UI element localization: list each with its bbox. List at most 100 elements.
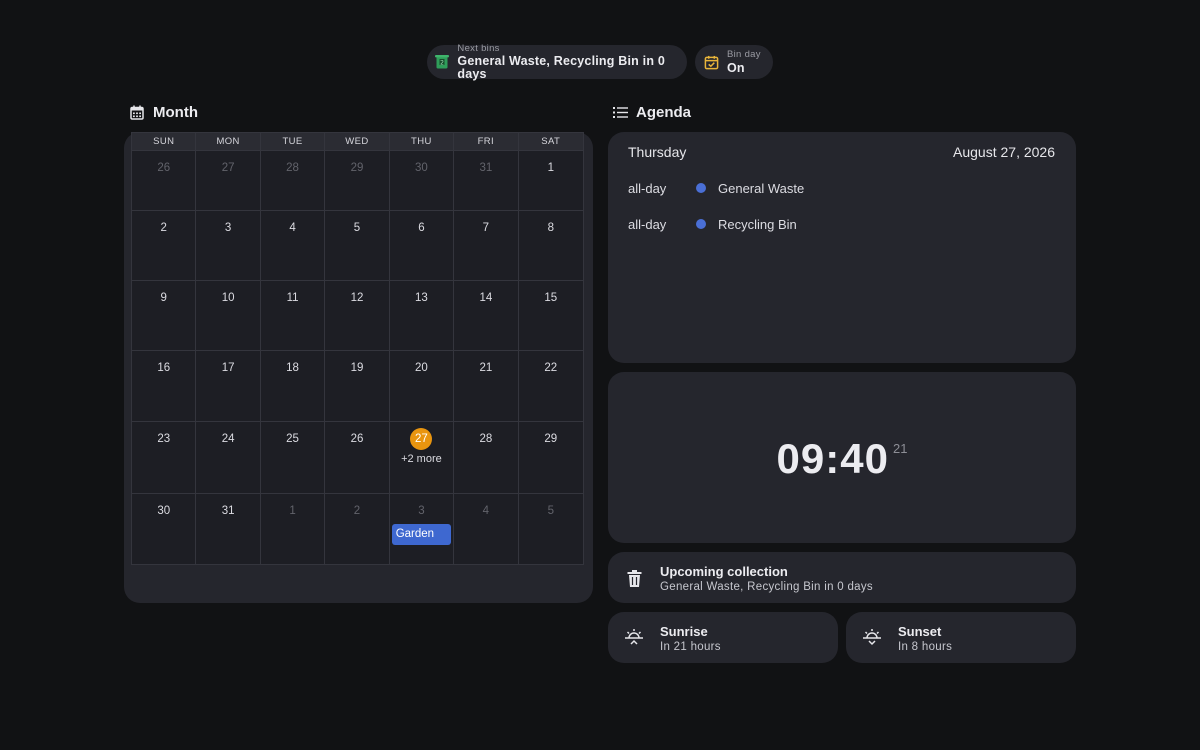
calendar-day[interactable]: 3 (196, 211, 261, 281)
agenda-item-time: all-day (628, 180, 667, 196)
calendar-day[interactable]: 13 (389, 281, 455, 351)
clock-time: 09:40 (776, 435, 889, 482)
calendar-day[interactable]: 2 (132, 211, 197, 281)
day-number: 5 (353, 222, 361, 234)
day-number: 28 (479, 433, 493, 445)
calendar-day[interactable]: 9 (132, 281, 197, 351)
calendar-day[interactable]: 2 (325, 494, 390, 565)
agenda-heading: Agenda (612, 104, 691, 121)
next-bins-chip[interactable]: 2 Next bins General Waste, Recycling Bin… (427, 42, 687, 80)
sunrise-tile[interactable]: Sunrise In 21 hours (608, 612, 838, 663)
calendar-day[interactable]: 27 +2 more (389, 422, 455, 494)
agenda-item[interactable]: all-day General Waste (628, 179, 804, 197)
day-number: 22 (544, 362, 558, 374)
calendar-day[interactable]: 31 (196, 494, 261, 565)
calendar-day[interactable]: 27 (196, 151, 261, 211)
calendar-day[interactable]: 5 (519, 494, 583, 565)
more-events-link[interactable]: +2 more (390, 453, 453, 465)
sunrise-icon (624, 627, 644, 647)
day-number: 26 (157, 162, 171, 174)
calendar-day[interactable]: 15 (518, 281, 583, 351)
calendar-day[interactable]: 6 (389, 211, 455, 281)
calendar-day[interactable]: 18 (260, 351, 326, 422)
agenda-title: Agenda (636, 104, 692, 121)
calendar-day[interactable]: 10 (196, 281, 261, 351)
day-number: 21 (479, 362, 493, 374)
calendar-day[interactable]: 8 (518, 211, 583, 281)
calendar-check-icon (702, 53, 720, 71)
day-number: 8 (547, 222, 554, 234)
calendar-day[interactable]: 28 (454, 422, 519, 494)
calendar-day[interactable]: 1 (518, 151, 583, 211)
day-number: 24 (221, 433, 235, 445)
bin-day-chip[interactable]: Bin day On (695, 45, 773, 79)
calendar-day[interactable]: 30 (389, 151, 455, 211)
calendar-day[interactable]: 25 (260, 422, 326, 494)
agenda-item-time: all-day (628, 216, 667, 232)
calendar-day[interactable]: 1 (261, 494, 326, 565)
calendar-day[interactable]: 24 (196, 422, 261, 494)
calendar-day[interactable]: 26 (132, 151, 197, 211)
calendar-day[interactable]: 7 (454, 211, 519, 281)
calendar-day[interactable]: 17 (196, 351, 261, 422)
calendar-day[interactable]: 4 (454, 494, 519, 565)
day-number: 27 (221, 162, 235, 174)
calendar-day[interactable]: 3 Garden (390, 494, 455, 565)
day-number: 11 (286, 292, 299, 304)
day-number: 5 (547, 505, 554, 517)
day-number: 15 (544, 292, 558, 304)
calendar-grid: 26 27 28 29 30 31 1 2 3 4 5 6 7 8 9 10 11 12 13 14 15 16 17 18 1… (132, 151, 583, 565)
sunset-subtitle: In 8 hours (898, 641, 953, 653)
day-number: 26 (350, 433, 364, 445)
calendar-day[interactable]: 4 (260, 211, 326, 281)
next-bins-label: Next bins (457, 42, 500, 54)
upcoming-collection-tile[interactable]: Upcoming collection General Waste, Recyc… (608, 552, 1076, 603)
day-number: 14 (479, 292, 493, 304)
upcoming-subtitle: General Waste, Recycling Bin in 0 days (660, 581, 873, 593)
calendar-day[interactable]: 23 (132, 422, 197, 494)
day-number: 12 (350, 292, 364, 304)
calendar-day[interactable]: 5 (325, 211, 390, 281)
weekday-label: SUN (132, 133, 197, 151)
calendar-day[interactable]: 20 (389, 351, 455, 422)
day-number: 7 (482, 222, 490, 234)
calendar-day[interactable]: 14 (454, 281, 519, 351)
list-icon (612, 105, 628, 121)
month-calendar: SUN MON TUE WED THU FRI SAT 26 27 28 29 30 31 1 2 3 4 5 6… (131, 132, 584, 565)
upcoming-title: Upcoming collection (660, 564, 788, 579)
calendar-day[interactable]: 31 (454, 151, 519, 211)
sunrise-title: Sunrise (660, 624, 708, 639)
calendar-day[interactable]: 19 (325, 351, 390, 422)
calendar-day[interactable]: 12 (325, 281, 390, 351)
day-number: 13 (415, 292, 428, 304)
day-number: 30 (157, 505, 171, 517)
agenda-card[interactable]: Thursday August 27, 2026 all-day General… (608, 132, 1076, 363)
weekday-label: WED (325, 133, 390, 151)
calendar-day[interactable]: 21 (454, 351, 519, 422)
day-number: 23 (157, 433, 171, 445)
bin-day-value: On (727, 60, 745, 75)
calendar-day[interactable]: 22 (518, 351, 583, 422)
weekday-label: FRI (454, 133, 519, 151)
wheelie-bin-icon: 2 (434, 53, 450, 71)
day-number: 10 (221, 292, 235, 304)
calendar-day[interactable]: 16 (132, 351, 197, 422)
sunset-tile[interactable]: Sunset In 8 hours (846, 612, 1076, 663)
sunset-icon (862, 627, 882, 647)
calendar-day[interactable]: 11 (260, 281, 326, 351)
day-number: 20 (415, 362, 428, 374)
calendar-event[interactable]: Garden (391, 524, 452, 545)
agenda-item[interactable]: all-day Recycling Bin (628, 215, 797, 233)
sunset-title: Sunset (898, 624, 942, 639)
clock: 09:40 21 (608, 435, 1076, 483)
calendar-day[interactable]: 30 (132, 494, 197, 565)
calendar-day[interactable]: 29 (325, 151, 390, 211)
clock-seconds: 21 (892, 441, 908, 456)
calendar-day[interactable]: 26 (325, 422, 390, 494)
day-number: 2 (160, 222, 167, 234)
day-number: 3 (418, 505, 425, 517)
calendar-day[interactable]: 28 (260, 151, 326, 211)
event-dot (696, 219, 706, 229)
calendar-day[interactable]: 29 (518, 422, 583, 494)
agenda-day: Thursday (628, 144, 687, 160)
